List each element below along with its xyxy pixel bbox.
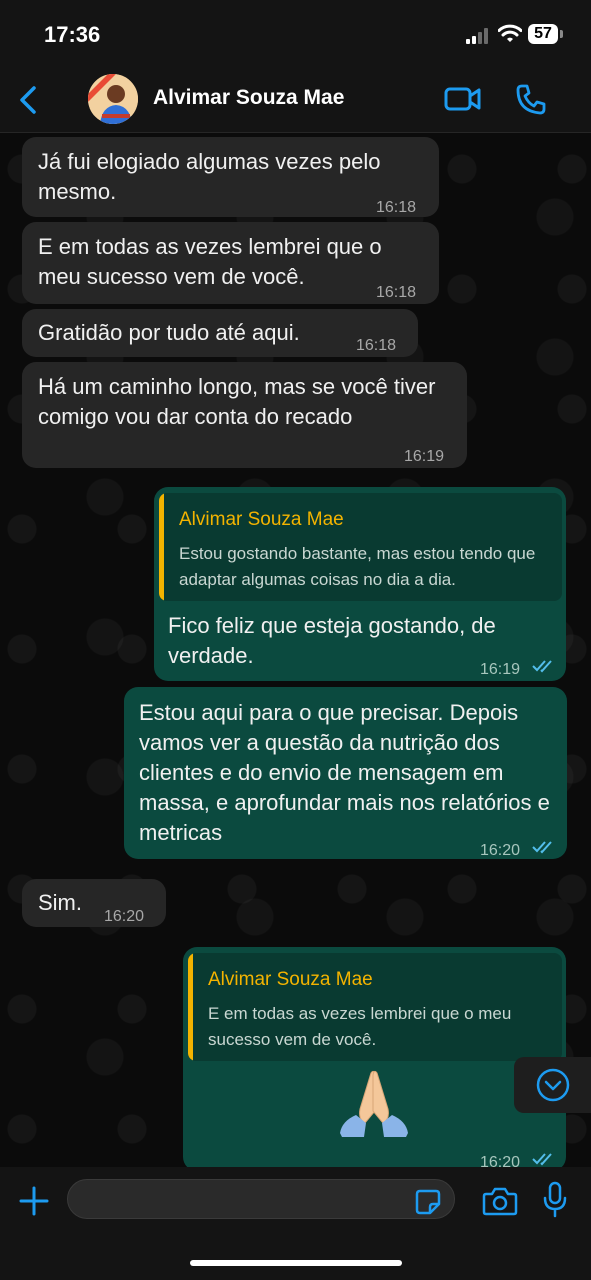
folded-hands-emoji-icon [340, 1070, 408, 1137]
message-text: Já fui elogiado algumas vezes pelo mesmo… [38, 149, 381, 204]
composer-bar [0, 1167, 591, 1280]
message-text: Estou aqui para o que precisar. Depois v… [139, 700, 550, 845]
message-time: 16:18 [376, 199, 417, 216]
message-time: 16:18 [356, 337, 397, 354]
status-time: 17:36 [44, 22, 101, 47]
message-bubble-incoming[interactable]: Sim. 16:20 [22, 879, 166, 927]
plus-icon[interactable] [18, 1185, 50, 1217]
read-ticks-icon [532, 841, 552, 854]
message-bubble-incoming[interactable]: E em todas as vezes lembrei que o meu su… [22, 222, 439, 304]
phone-icon[interactable] [514, 82, 548, 116]
message-time: 16:20 [480, 1154, 521, 1167]
quoted-text: Estou gostando bastante, mas estou tendo… [179, 544, 536, 589]
message-time: 16:20 [480, 842, 521, 859]
wifi-icon [498, 24, 522, 42]
microphone-icon[interactable] [542, 1181, 568, 1219]
battery-level: 57 [528, 24, 558, 44]
quoted-message[interactable]: Alvimar Souza Mae E em todas as vezes le… [188, 953, 562, 1061]
sticker-icon[interactable] [414, 1188, 442, 1216]
message-time: 16:19 [404, 448, 445, 465]
message-text: Há um caminho longo, mas se você tiver c… [38, 374, 436, 429]
quoted-message[interactable]: Alvimar Souza Mae Estou gostando bastant… [159, 493, 562, 601]
camera-icon[interactable] [482, 1186, 518, 1216]
message-time: 16:20 [104, 908, 145, 925]
read-ticks-icon [532, 660, 552, 673]
quoted-sender: Alvimar Souza Mae [179, 509, 344, 530]
read-ticks-icon [532, 1153, 552, 1166]
quoted-sender: Alvimar Souza Mae [208, 969, 373, 990]
message-bubble-incoming[interactable]: Gratidão por tudo até aqui. 16:18 [22, 309, 418, 357]
chat-messages[interactable]: Já fui elogiado algumas vezes pelo mesmo… [0, 133, 591, 1167]
message-text: E em todas as vezes lembrei que o meu su… [38, 234, 382, 289]
contact-avatar[interactable] [88, 74, 138, 124]
message-bubble-outgoing[interactable]: Alvimar Souza Mae Estou gostando bastant… [154, 487, 566, 681]
message-time: 16:18 [376, 284, 417, 301]
contact-name[interactable]: Alvimar Souza Mae [153, 86, 344, 110]
message-bubble-incoming[interactable]: Há um caminho longo, mas se você tiver c… [22, 362, 467, 468]
scroll-to-bottom-button[interactable] [514, 1057, 591, 1113]
home-indicator [190, 1260, 402, 1266]
cellular-signal-icon [466, 28, 488, 44]
message-text: Gratidão por tudo até aqui. [38, 320, 300, 345]
message-bubble-incoming[interactable]: Já fui elogiado algumas vezes pelo mesmo… [22, 137, 439, 217]
message-text: Sim. [38, 890, 82, 915]
chat-header: Alvimar Souza Mae [0, 70, 591, 133]
status-bar: 17:36 57 [0, 0, 591, 70]
quoted-text: E em todas as vezes lembrei que o meu su… [208, 1004, 512, 1049]
battery-icon: 57 [528, 24, 564, 46]
back-chevron-icon[interactable] [14, 82, 44, 118]
scroll-down-icon [536, 1068, 570, 1102]
video-call-icon[interactable] [444, 84, 482, 114]
message-bubble-outgoing[interactable]: Estou aqui para o que precisar. Depois v… [124, 687, 567, 859]
message-time: 16:19 [480, 661, 521, 678]
message-input[interactable] [67, 1179, 455, 1219]
